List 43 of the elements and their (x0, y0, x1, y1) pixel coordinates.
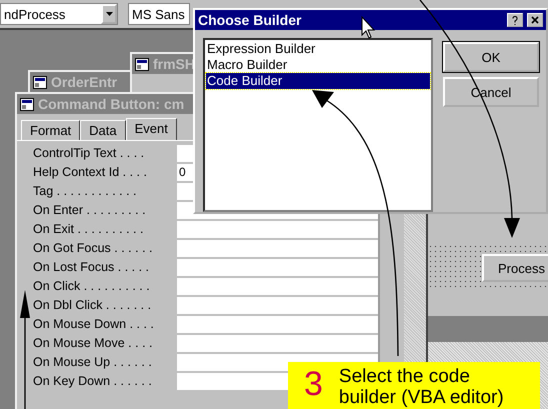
property-label: On Key Down . . . . . . (32, 373, 153, 390)
property-label: On Lost Focus . . . . . (32, 259, 150, 276)
property-field[interactable] (177, 297, 378, 314)
dropdown-icon (106, 12, 112, 16)
list-item[interactable]: Expression Builder (206, 41, 430, 57)
property-field[interactable] (177, 316, 378, 333)
property-label: On Mouse Down . . . . (32, 316, 155, 333)
cursor-icon (362, 16, 376, 39)
property-field[interactable] (177, 221, 378, 238)
property-label: On Enter . . . . . . . . . (32, 202, 147, 219)
property-field[interactable] (177, 335, 378, 352)
window-title: Command Button: cm (38, 96, 184, 112)
process-button[interactable]: Process (482, 254, 548, 282)
properties-icon (20, 98, 34, 110)
property-label: On Mouse Move . . . . (32, 335, 154, 352)
dialog-title: Choose Builder (198, 12, 302, 28)
property-label: On Exit . . . . . . . . . . (32, 221, 144, 238)
property-field[interactable] (177, 240, 378, 257)
tab[interactable]: Data (80, 120, 126, 140)
list-item[interactable]: Macro Builder (206, 57, 430, 73)
property-label: ControlTip Text . . . . (32, 145, 146, 162)
property-label: Tag . . . . . . . . . . . . (32, 183, 138, 200)
property-label: On Click . . . . . . . . . . (32, 278, 151, 295)
property-label: On Got Focus . . . . . . (32, 240, 154, 257)
ok-button[interactable]: OK (443, 42, 539, 72)
form-icon (135, 58, 149, 70)
form-icon (33, 76, 47, 88)
object-combo[interactable]: ndProcess (0, 3, 118, 25)
builder-list[interactable]: Expression Builder Macro Builder Code Builder (203, 38, 433, 212)
property-label: Help Context Id . . . . (32, 164, 148, 181)
property-field[interactable] (177, 278, 378, 295)
property-label: On Mouse Up . . . . . . (32, 354, 153, 371)
font-combo[interactable]: MS Sans (128, 3, 190, 25)
property-field[interactable] (177, 259, 378, 276)
tab[interactable]: Format (21, 120, 80, 140)
step-number: 3 (304, 366, 323, 405)
close-icon[interactable] (527, 13, 543, 27)
help-icon[interactable] (507, 13, 523, 27)
property-label: On Dbl Click . . . . . . . (32, 297, 152, 314)
window-title: OrderEntr (51, 74, 118, 90)
tab[interactable]: Event (126, 118, 177, 140)
callout-text: Select the code builder (VBA editor) (338, 366, 505, 409)
list-item[interactable]: Code Builder (206, 73, 430, 89)
